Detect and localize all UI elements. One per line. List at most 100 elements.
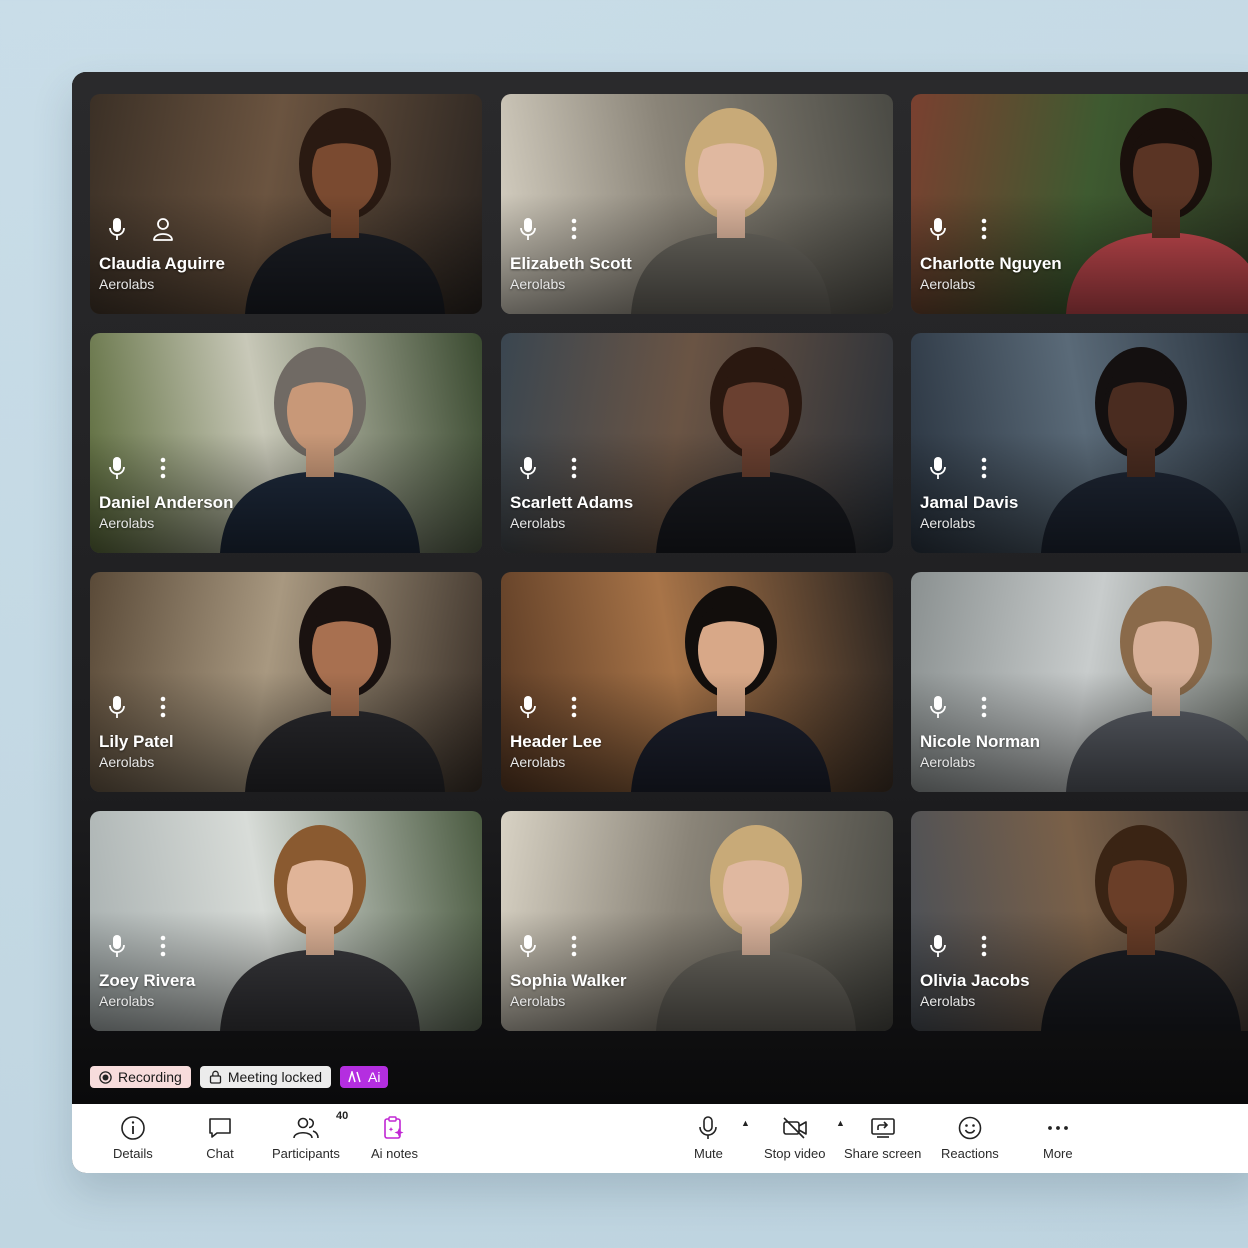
participant-name: Lily Patel [99,732,174,751]
video-grid: Claudia Aguirre Aerolabs Elizabeth Scott Ae… [72,72,1248,1104]
more-horizontal-icon [1044,1114,1072,1142]
participant-tile[interactable]: Nicole Norman Aerolabs [911,572,1248,792]
smiley-icon [956,1114,984,1142]
recording-badge[interactable]: Recording [90,1066,191,1088]
participant-org: Aerolabs [510,276,566,292]
more-options-icon[interactable] [150,455,176,481]
details-button[interactable]: Details [113,1114,153,1161]
participant-tile[interactable]: Claudia Aguirre Aerolabs [90,94,482,314]
participant-org: Aerolabs [99,993,155,1009]
chat-label: Chat [206,1146,234,1161]
participant-name: Nicole Norman [920,732,1040,751]
participant-org: Aerolabs [920,276,976,292]
meeting-window: Claudia Aguirre Aerolabs Elizabeth Scott Ae… [72,72,1248,1173]
participant-tile[interactable]: Jamal Davis Aerolabs [911,333,1248,553]
microphone-icon[interactable] [515,455,541,481]
microphone-icon [694,1114,722,1142]
more-options-icon[interactable] [971,933,997,959]
participant-org: Aerolabs [99,515,155,531]
more-button[interactable]: More [1043,1114,1073,1161]
participant-tile[interactable]: Lily Patel Aerolabs [90,572,482,792]
microphone-icon[interactable] [515,694,541,720]
participant-tile[interactable]: Sophia Walker Aerolabs [501,811,893,1031]
person-icon[interactable] [150,216,176,242]
participants-count: 40 [336,1110,349,1122]
participant-name: Header Lee [510,732,602,751]
tile-controls [104,216,176,242]
tile-controls [515,455,587,481]
meeting-locked-badge[interactable]: Meeting locked [199,1066,331,1088]
chat-button[interactable]: Chat [206,1114,234,1161]
microphone-icon[interactable] [925,455,951,481]
ai-notes-button[interactable]: Ai notes [371,1114,418,1161]
tile-controls [515,933,587,959]
meeting-locked-label: Meeting locked [227,1069,322,1085]
participant-tile[interactable]: Charlotte Nguyen Aerolabs [911,94,1248,314]
tile-controls [925,455,997,481]
recording-icon [99,1070,112,1084]
participant-tile[interactable]: Scarlett Adams Aerolabs [501,333,893,553]
more-options-icon[interactable] [561,455,587,481]
more-options-icon[interactable] [561,216,587,242]
ai-sparkle-icon [348,1071,362,1083]
more-options-icon[interactable] [971,694,997,720]
participant-name: Claudia Aguirre [99,254,225,273]
participant-name: Daniel Anderson [99,493,234,512]
tile-controls [515,216,587,242]
microphone-icon[interactable] [104,694,130,720]
reactions-button[interactable]: Reactions [941,1114,999,1161]
participant-org: Aerolabs [510,515,566,531]
ai-notes-label: Ai notes [371,1146,418,1161]
participants-icon [292,1114,320,1142]
participants-button[interactable]: Participants [272,1114,340,1161]
tile-controls [104,933,176,959]
info-icon [119,1114,147,1142]
more-options-icon[interactable] [561,694,587,720]
microphone-icon[interactable] [925,694,951,720]
tile-controls [104,694,176,720]
participant-name: Charlotte Nguyen [920,254,1062,273]
microphone-icon[interactable] [515,216,541,242]
more-options-icon[interactable] [971,455,997,481]
more-options-icon[interactable] [150,694,176,720]
more-label: More [1043,1146,1073,1161]
mute-label: Mute [694,1146,723,1161]
mute-button[interactable]: Mute [694,1114,723,1161]
ai-badge[interactable]: Ai [340,1066,389,1088]
microphone-icon[interactable] [925,216,951,242]
tile-controls [104,455,176,481]
more-options-icon[interactable] [971,216,997,242]
microphone-icon[interactable] [104,216,130,242]
stop-video-button[interactable]: Stop video [764,1114,825,1161]
ai-notes-icon [380,1114,408,1142]
participant-tile[interactable]: Elizabeth Scott Aerolabs [501,94,893,314]
chat-icon [206,1114,234,1142]
participant-org: Aerolabs [99,754,155,770]
participant-name: Sophia Walker [510,971,627,990]
participant-name: Elizabeth Scott [510,254,632,273]
share-screen-button[interactable]: Share screen [844,1114,921,1161]
microphone-icon[interactable] [925,933,951,959]
participants-label: Participants [272,1146,340,1161]
tile-controls [515,694,587,720]
more-options-icon[interactable] [150,933,176,959]
microphone-icon[interactable] [515,933,541,959]
mute-options-caret[interactable]: ▲ [741,1118,750,1128]
microphone-icon[interactable] [104,933,130,959]
participant-tile[interactable]: Header Lee Aerolabs [501,572,893,792]
participant-tile[interactable]: Zoey Rivera Aerolabs [90,811,482,1031]
status-badges: Recording Meeting locked Ai [90,1066,389,1088]
participant-tile[interactable]: Daniel Anderson Aerolabs [90,333,482,553]
participant-org: Aerolabs [510,754,566,770]
participant-name: Zoey Rivera [99,971,196,990]
microphone-icon[interactable] [104,455,130,481]
tile-controls [925,933,997,959]
participant-tile[interactable]: Olivia Jacobs Aerolabs [911,811,1248,1031]
recording-label: Recording [118,1069,182,1085]
participant-name: Jamal Davis [920,493,1019,512]
tile-controls [925,216,997,242]
ai-label: Ai [368,1069,381,1085]
more-options-icon[interactable] [561,933,587,959]
participant-name: Olivia Jacobs [920,971,1030,990]
stop-video-label: Stop video [764,1146,826,1161]
